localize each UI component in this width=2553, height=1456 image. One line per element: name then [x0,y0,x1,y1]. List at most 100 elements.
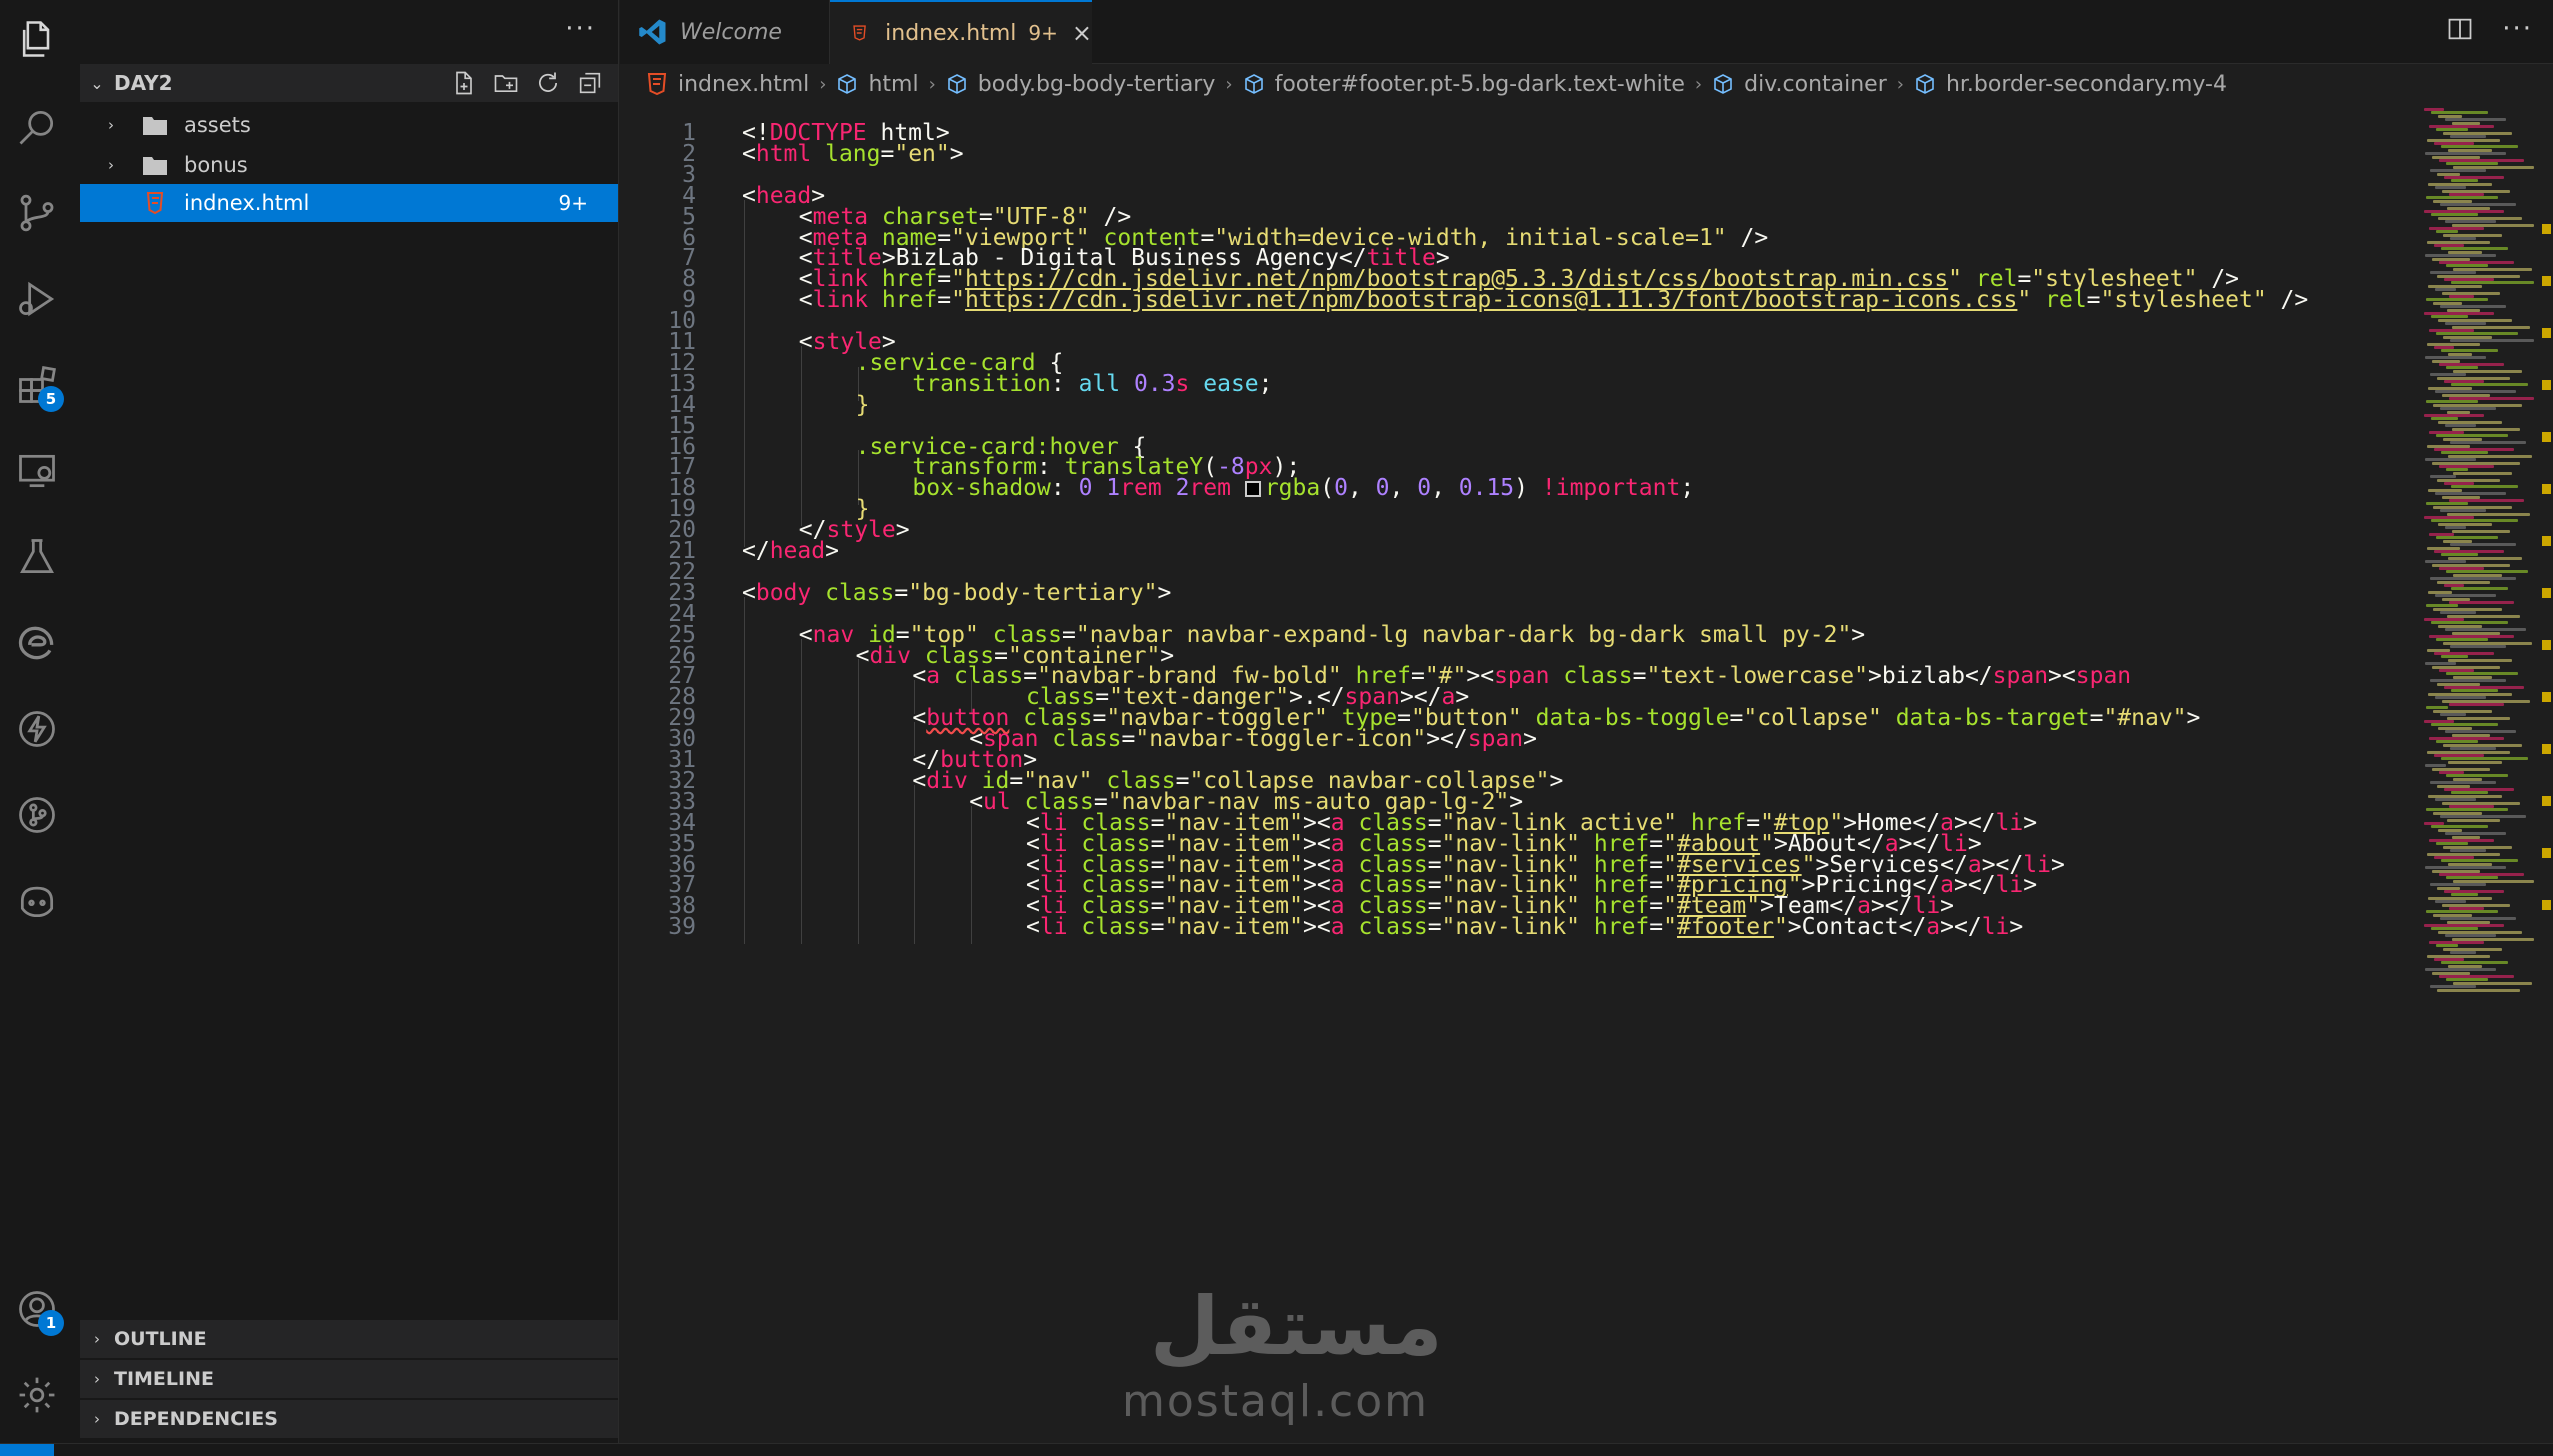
status-bar [0,1443,2553,1456]
manage-gear-icon[interactable] [0,1358,74,1432]
folder-header[interactable]: ⌄ DAY2 [80,64,618,102]
accounts-icon[interactable]: 1 [0,1272,74,1346]
run-debug-icon[interactable] [0,262,74,336]
breadcrumb-item[interactable]: footer#footer.pt-5.bg-dark.text-white › [1243,72,1713,97]
minimap-line [2450,951,2476,955]
chevron-right-icon: › [94,1370,100,1388]
more-actions-icon[interactable]: ··· [2502,14,2533,44]
panel-label: TIMELINE [114,1368,214,1390]
remote-explorer-icon[interactable] [0,434,74,508]
testing-icon[interactable] [0,520,74,594]
chevron-right-icon: › [1896,73,1904,95]
new-file-icon[interactable] [450,69,478,97]
breadcrumb-item[interactable]: hr.border-secondary.my-4 [1914,72,2227,97]
breadcrumb-item[interactable]: html › [836,72,945,97]
search-icon[interactable] [0,90,74,164]
git-graph-icon[interactable] [0,778,74,852]
overview-marker [2542,744,2551,754]
code-token: > [1787,914,1802,941]
copilot-icon[interactable] [0,864,74,938]
minimap-line [2430,883,2486,887]
minimap-line [2441,757,2528,761]
split-editor-icon[interactable] [2446,15,2474,43]
minimap-line [2430,169,2486,173]
indent-guide [914,910,916,945]
extensions-icon[interactable]: 5 [0,348,74,422]
minimap[interactable] [2420,104,2538,1004]
code-editor[interactable]: 1 <!DOCTYPE html> 2 <html lang="en"> 3 4 <head… [620,104,2553,1443]
minimap-line [2440,305,2506,309]
editor-tab-bar: Welcome indnex.html 9+ × ··· [620,0,2553,64]
close-icon[interactable]: × [1072,19,1092,47]
refresh-icon[interactable] [534,69,562,97]
element-cube-icon [1916,74,1934,94]
minimap-line [2436,638,2488,642]
tree-item-label: indnex.html [184,191,310,215]
tab-problem-count: 9+ [1028,21,1058,45]
tab-indnex-html[interactable]: indnex.html 9+ × [830,0,1092,64]
tab-label: indnex.html [885,20,1017,46]
tree-item-bonus[interactable]: › bonus [80,146,618,184]
minimap-line [2431,519,2518,523]
minimap-line [2431,213,2478,217]
minimap-line [2426,706,2448,710]
panel-label: DEPENDENCIES [114,1408,278,1430]
explorer-icon[interactable] [0,2,74,76]
code-token: ></ [1940,914,1982,941]
remote-indicator[interactable] [0,1444,54,1456]
code-token: a [1926,914,1941,941]
overview-ruler-scrollbar[interactable] [2540,104,2553,1443]
minimap-line [2441,451,2488,455]
breadcrumb-label: indnex.html [678,71,810,97]
panel-timeline[interactable]: › TIMELINE [80,1360,618,1398]
minimap-line [2445,424,2476,428]
tree-item-indnex-html[interactable]: indnex.html 9+ [80,184,618,222]
breadcrumb-label: body.bg-body-tertiary [977,71,1216,97]
minimap-line [2425,662,2456,666]
code-token: "nav-item" [1164,914,1304,941]
minimap-line [2430,373,2466,377]
code-token: = [1150,914,1165,941]
overview-marker [2542,380,2551,390]
minimap-line [2425,458,2476,462]
tree-item-assets[interactable]: › assets [80,106,618,144]
minimap-line [2425,356,2486,360]
minimap-line [2440,203,2516,207]
chevron-right-icon: › [1225,73,1233,95]
minimap-line [2435,696,2486,700]
breadcrumb-item[interactable]: indnex.html › [646,72,836,97]
code-line[interactable]: 39 <li class="nav-item"><a class="nav-lin… [620,910,2410,945]
indent-guide [744,910,745,945]
tab-welcome[interactable]: Welcome [620,0,830,64]
collapse-all-icon[interactable] [576,69,604,97]
breadcrumb-item[interactable]: div.container › [1712,72,1914,97]
minimap-line [2430,271,2476,275]
minimap-line [2425,560,2466,564]
minimap-line [2435,594,2496,598]
minimap-line [2426,298,2488,302]
thunder-client-icon[interactable] [0,692,74,766]
folder-title: DAY2 [114,71,173,95]
overview-marker [2542,900,2551,910]
source-control-icon[interactable] [0,176,74,250]
minimap-line [2430,679,2506,683]
new-folder-icon[interactable] [492,69,520,97]
edge-devtools-icon[interactable] [0,606,74,680]
breadcrumb-item[interactable]: body.bg-body-tertiary › [946,72,1243,97]
panel-dependencies[interactable]: › DEPENDENCIES [80,1400,618,1438]
panel-outline[interactable]: › OUTLINE [80,1320,618,1358]
explorer-more-actions[interactable]: ··· [565,14,596,44]
code-token: class [1081,914,1151,941]
minimap-line [2436,536,2498,540]
minimap-line [2449,601,2514,604]
minimap-line [2450,441,2526,445]
overview-marker [2542,640,2551,650]
minimap-line [2451,179,2478,183]
tab-label: Welcome [680,19,782,45]
minimap-line [2430,985,2476,989]
minimap-line [2435,492,2506,496]
code-token: = [1649,914,1664,941]
minimap-line [2445,934,2496,938]
minimap-line [2441,145,2518,149]
chevron-right-icon: › [819,73,827,95]
